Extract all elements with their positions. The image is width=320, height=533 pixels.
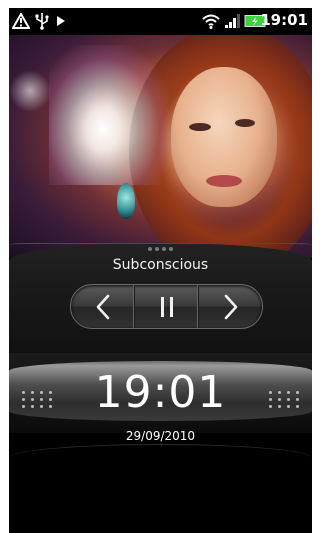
- light-orb: [9, 70, 51, 112]
- previous-button[interactable]: [71, 285, 134, 328]
- decorative-arc: [9, 444, 312, 464]
- album-art-eye: [189, 123, 211, 131]
- pause-button[interactable]: [134, 285, 198, 328]
- clock-time: 19:01: [94, 367, 227, 418]
- page-dot: [155, 247, 159, 251]
- warning-icon: [12, 12, 30, 30]
- page-dot: [169, 247, 173, 251]
- previous-icon: [96, 294, 109, 319]
- clock-date: 29/09/2010: [125, 429, 196, 443]
- next-icon: [224, 294, 237, 319]
- status-time: 19:01: [260, 11, 308, 29]
- earring: [117, 183, 135, 219]
- status-bar: 19:01: [9, 8, 312, 35]
- album-art-lips: [206, 175, 242, 187]
- page-dot: [162, 247, 166, 251]
- next-button[interactable]: [198, 285, 262, 328]
- play-icon: [56, 12, 66, 30]
- album-art-eye: [235, 119, 255, 127]
- page-indicator: [148, 247, 173, 251]
- track-title: Subconscious: [112, 257, 209, 273]
- pause-icon: [160, 296, 173, 317]
- feather-flower: [49, 45, 169, 185]
- album-art: [9, 35, 312, 258]
- wifi-icon: [201, 12, 221, 30]
- usb-icon: [35, 12, 49, 30]
- lock-screen: 19:01 Subconscious 19:01 29/09/2010: [9, 8, 312, 533]
- signal-icon: [224, 12, 242, 30]
- playback-controls: [70, 284, 263, 329]
- page-dot: [148, 247, 152, 251]
- music-player-widget: Subconscious: [9, 243, 312, 353]
